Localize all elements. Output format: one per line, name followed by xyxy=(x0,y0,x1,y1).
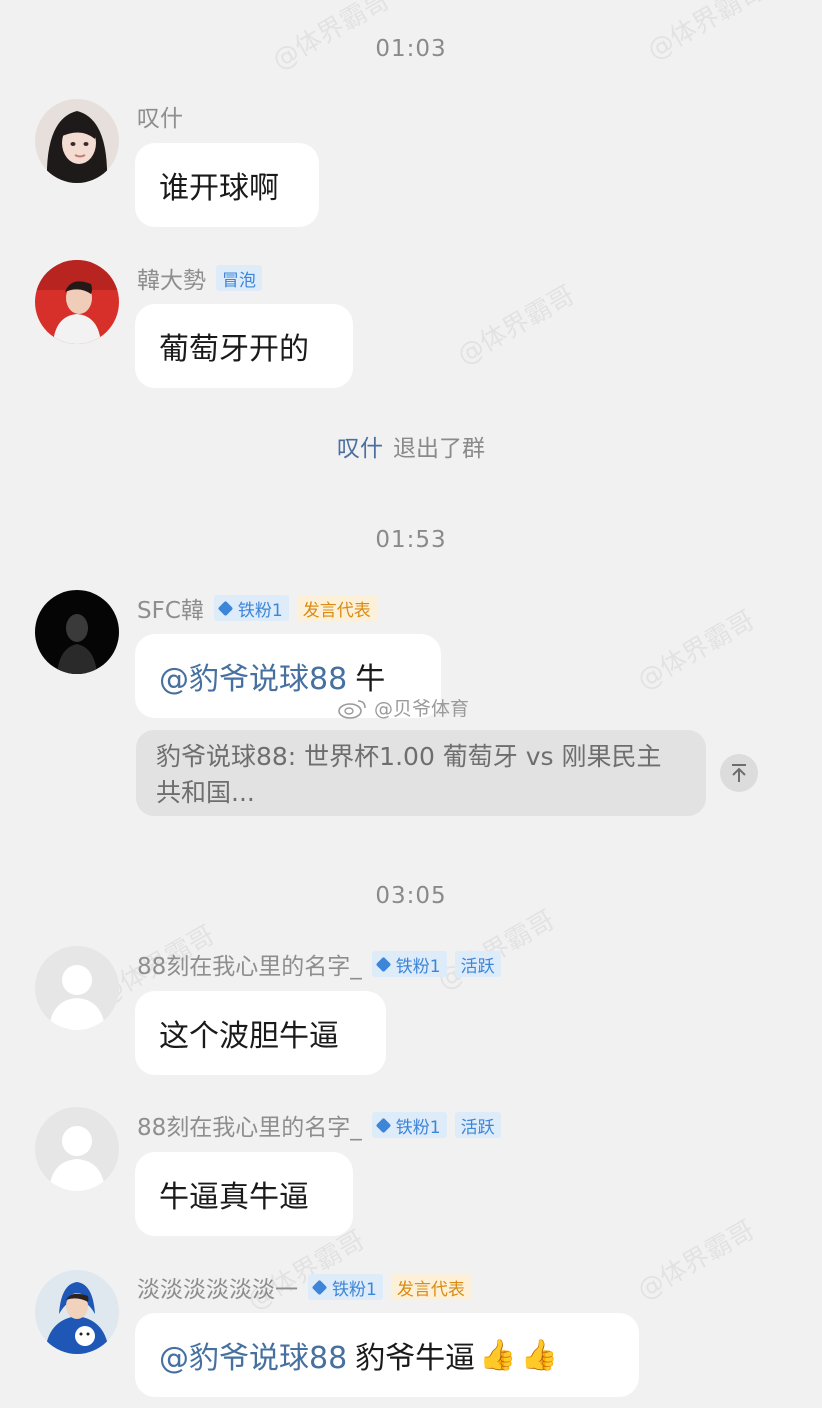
mention-link[interactable]: @豹爷说球88 xyxy=(159,1333,347,1377)
message-text: 牛 xyxy=(355,662,386,697)
sender-name: 88刻在我心里的名字_ xyxy=(137,954,362,980)
avatar[interactable] xyxy=(35,1270,119,1354)
message-bubble[interactable]: 牛逼真牛逼 xyxy=(135,1152,353,1236)
avatar[interactable] xyxy=(35,1107,119,1191)
role-badge: 发言代表 xyxy=(296,595,377,621)
fan-level-label: 铁粉1 xyxy=(237,600,283,621)
thumbs-up-emoji: 👍 xyxy=(479,1337,517,1373)
message-bubble[interactable]: 谁开球啊 xyxy=(135,143,319,227)
avatar[interactable] xyxy=(35,99,119,183)
watermark: @体界霸哥 xyxy=(632,1215,761,1307)
system-message-name[interactable]: 叹什 xyxy=(337,436,383,462)
message-bubble[interactable]: 这个波胆牛逼 xyxy=(135,991,386,1075)
message-text: 葡萄牙开的 xyxy=(159,332,309,367)
sender-name: 88刻在我心里的名字_ xyxy=(137,1115,362,1141)
sender-name: 叹什 xyxy=(137,106,183,132)
weibo-logo-icon xyxy=(338,699,366,719)
fan-level-label: 铁粉1 xyxy=(395,956,441,977)
avatar[interactable] xyxy=(35,260,119,344)
timestamp: 01:53 xyxy=(375,527,447,553)
arrow-up-to-top-icon xyxy=(732,764,746,782)
activity-badge: 冒泡 xyxy=(216,265,262,291)
message-text: 谁开球啊 xyxy=(159,171,279,206)
message-bubble[interactable]: 葡萄牙开的 xyxy=(135,304,353,388)
thumbs-up-emoji: 👍 xyxy=(520,1337,558,1373)
watermark: @体界霸哥 xyxy=(632,605,761,697)
fan-level-label: 铁粉1 xyxy=(395,1117,441,1138)
sender-name: SFC韓 xyxy=(137,598,204,624)
sender-name: 韓大勢 xyxy=(137,268,206,294)
sender-name-row: SFC韓 铁粉1 发言代表 xyxy=(137,592,385,624)
timestamp: 01:03 xyxy=(375,36,447,62)
sender-name-row: 韓大勢 冒泡 xyxy=(137,262,270,294)
system-message: 叹什 退出了群 xyxy=(0,429,822,463)
diamond-icon xyxy=(375,1117,392,1133)
avatar[interactable] xyxy=(35,590,119,674)
sender-name: 淡淡淡淡淡淡一 xyxy=(137,1277,298,1303)
role-badge: 活跃 xyxy=(454,1112,501,1138)
mention-link[interactable]: @豹爷说球88 xyxy=(159,654,347,698)
quoted-reply[interactable]: 豹爷说球88: 世界杯1.00 葡萄牙 vs 刚果民主共和国... xyxy=(136,730,706,816)
weibo-watermark: @贝爷体育 xyxy=(338,694,469,721)
fan-level-badge: 铁粉1 xyxy=(213,595,289,621)
sender-name-row: 淡淡淡淡淡淡一 铁粉1 发言代表 xyxy=(137,1271,479,1303)
sender-name-row: 88刻在我心里的名字_ 铁粉1 活跃 xyxy=(137,1109,509,1141)
message-text: 这个波胆牛逼 xyxy=(159,1019,339,1054)
weibo-watermark-text: @贝爷体育 xyxy=(374,698,470,720)
fan-level-badge: 铁粉1 xyxy=(371,1112,447,1138)
avatar[interactable] xyxy=(35,946,119,1030)
diamond-icon xyxy=(217,600,234,616)
sender-name-row: 88刻在我心里的名字_ 铁粉1 活跃 xyxy=(137,948,509,980)
system-message-text: 退出了群 xyxy=(393,436,485,462)
sender-name-row: 叹什 xyxy=(137,100,193,132)
watermark: @体界霸哥 xyxy=(452,280,581,372)
fan-level-badge: 铁粉1 xyxy=(308,1274,383,1300)
fan-level-label: 铁粉1 xyxy=(332,1279,377,1300)
scroll-to-quoted-button[interactable] xyxy=(720,754,758,792)
diamond-icon xyxy=(375,956,392,972)
message-text: 牛逼真牛逼 xyxy=(159,1180,309,1215)
diamond-icon xyxy=(311,1279,328,1295)
role-badge: 发言代表 xyxy=(390,1274,471,1300)
role-badge: 活跃 xyxy=(454,951,501,977)
message-text: 豹爷牛逼 xyxy=(355,1341,476,1376)
fan-level-badge: 铁粉1 xyxy=(371,951,447,977)
message-bubble[interactable]: @豹爷说球88 豹爷牛逼 👍 👍 xyxy=(135,1313,639,1397)
timestamp: 03:05 xyxy=(375,883,447,909)
